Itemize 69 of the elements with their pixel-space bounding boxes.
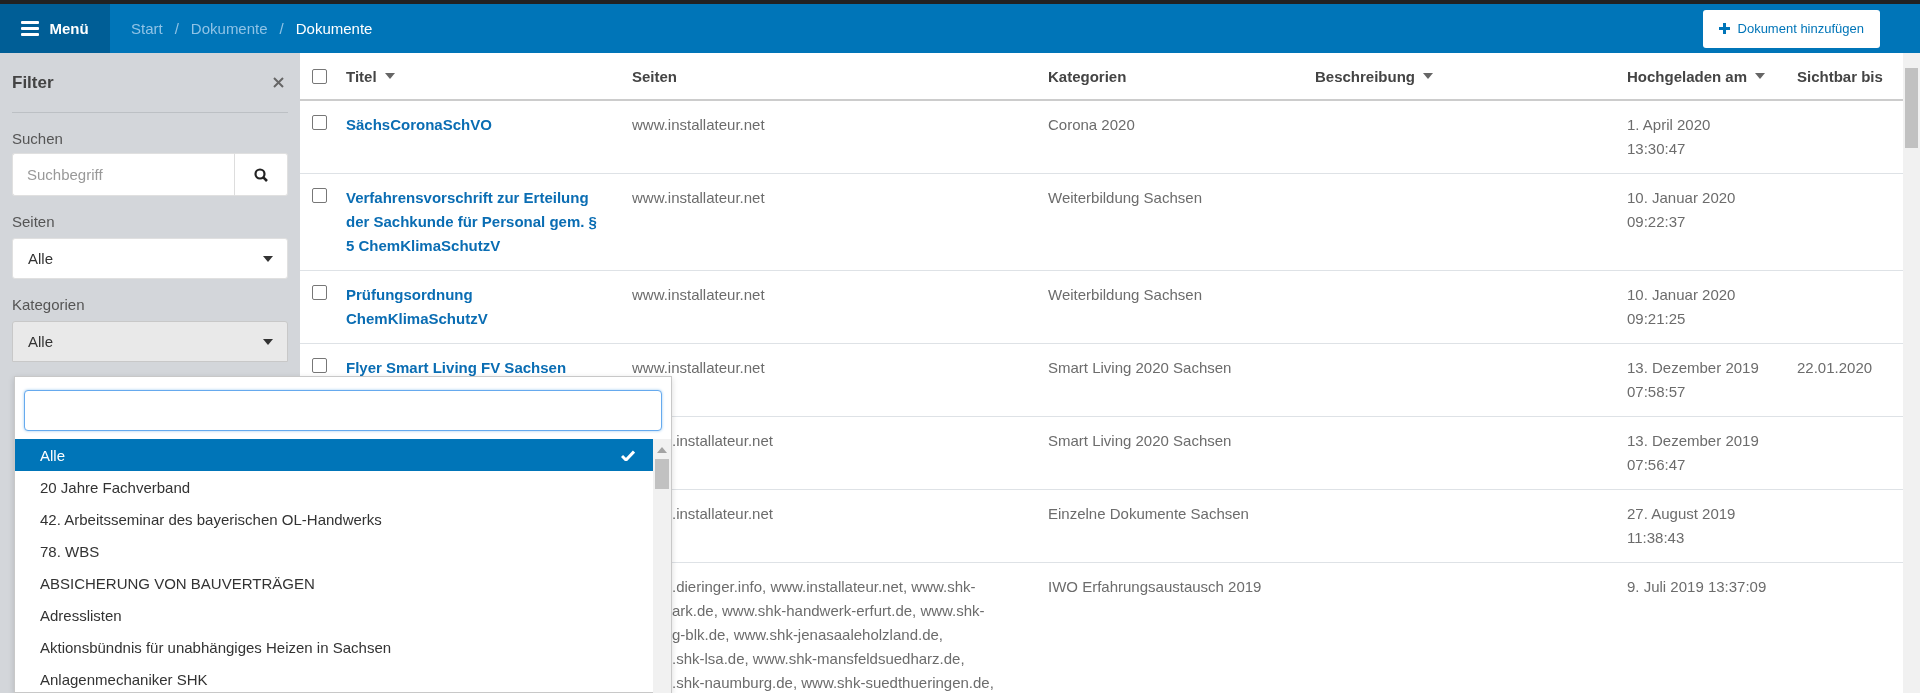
filter-title: Filter bbox=[12, 72, 54, 93]
sites-text: www.installateur.net bbox=[632, 358, 766, 378]
category-text: Weiterbildung Sachsen bbox=[1048, 188, 1203, 208]
check-icon bbox=[621, 449, 635, 461]
breadcrumb-separator: / bbox=[279, 20, 284, 37]
visible-until-date: 22.01.2020 bbox=[1797, 358, 1874, 378]
upload-date: 27. August 2019 11:38:43 bbox=[1627, 504, 1737, 548]
sites-text: www.installateur.net bbox=[632, 285, 766, 305]
caret-icon bbox=[263, 338, 273, 345]
search-icon bbox=[254, 167, 268, 182]
dropdown-option[interactable]: 78. WBS bbox=[15, 535, 653, 567]
menu-button[interactable]: Menü bbox=[0, 4, 110, 53]
column-header: Sichtbar bis bbox=[1797, 67, 1883, 85]
checkbox[interactable] bbox=[312, 115, 327, 130]
field-label: Suchen bbox=[12, 130, 64, 147]
caret-icon bbox=[1423, 73, 1434, 79]
column-header: Seiten bbox=[632, 67, 677, 85]
scrollbar[interactable] bbox=[1903, 53, 1920, 693]
upload-date: 10. Januar 2020 09:21:25 bbox=[1627, 285, 1737, 329]
dropdown-option[interactable]: 20 Jahre Fachverband bbox=[15, 471, 653, 503]
plus-icon bbox=[1718, 23, 1730, 34]
select-field[interactable]: Alle bbox=[12, 321, 288, 362]
upload-date: 13. Dezember 2019 07:56:47 bbox=[1627, 431, 1760, 475]
menu-icon bbox=[21, 21, 40, 36]
column-header: Kategorien bbox=[1048, 67, 1127, 85]
document-link[interactable]: Flyer Smart Living FV Sachsen bbox=[346, 356, 608, 380]
breadcrumb-separator: / bbox=[174, 20, 179, 37]
sites-text: www.installateur.net bbox=[632, 188, 766, 208]
checkbox[interactable] bbox=[312, 358, 327, 373]
scrollbar[interactable] bbox=[653, 439, 671, 693]
dropdown-option[interactable]: Anlagenmechaniker SHK bbox=[15, 663, 653, 693]
upload-date: 10. Januar 2020 09:22:37 bbox=[1627, 188, 1737, 232]
checkbox[interactable] bbox=[312, 188, 327, 203]
caret-icon bbox=[1755, 73, 1766, 79]
sites-text: www.installateur.net bbox=[632, 115, 766, 135]
upload-date: 13. Dezember 2019 07:58:57 bbox=[1627, 358, 1760, 402]
search-field[interactable] bbox=[24, 390, 662, 431]
column-header[interactable]: Beschreibung bbox=[1315, 67, 1434, 85]
caret-icon bbox=[263, 255, 273, 262]
select-field[interactable]: Alle bbox=[12, 238, 288, 279]
document-link[interactable]: SächsCoronaSchVO bbox=[346, 113, 608, 137]
field-label: Seiten bbox=[12, 213, 56, 230]
column-header[interactable]: Titel bbox=[346, 67, 395, 85]
dropdown-option[interactable]: Adresslisten bbox=[15, 599, 653, 631]
upload-date: 1. April 2020 13:30:47 bbox=[1627, 115, 1712, 159]
caret-icon bbox=[384, 73, 395, 79]
search-button[interactable] bbox=[234, 153, 288, 196]
upload-date: 9. Juli 2019 13:37:09 bbox=[1627, 577, 1768, 597]
checkbox[interactable] bbox=[312, 68, 327, 84]
column-header[interactable]: Hochgeladen am bbox=[1627, 67, 1766, 85]
dropdown-option[interactable]: ABSICHERUNG VON BAUVERTRÄGEN bbox=[15, 567, 653, 599]
category-text: Smart Living 2020 Sachsen bbox=[1048, 431, 1233, 451]
dropdown-option[interactable]: Alle bbox=[15, 439, 653, 471]
sites-text: .dieringer.info, www.installateur.net, www.shk- ark.de, www.shk-handwerk-erfurt.de, www.shk- g-blk.de, www.shk-jenasaaleholzland.de, .shk-lsa.de, www.shk-mansfeldsuedharz.de, .shk-naumburg.de, www.shk-suedthueringen.de, bbox=[672, 577, 995, 693]
field-label: Kategorien bbox=[12, 296, 86, 313]
add-document-button[interactable]: Dokument hinzufügen bbox=[1702, 9, 1880, 48]
category-text: Weiterbildung Sachsen bbox=[1048, 285, 1203, 305]
category-text: Smart Living 2020 Sachsen bbox=[1048, 358, 1233, 378]
checkbox[interactable] bbox=[312, 285, 327, 300]
category-text: Corona 2020 bbox=[1048, 115, 1136, 135]
sites-text: .installateur.net bbox=[672, 504, 774, 524]
document-link[interactable]: Prüfungsordnung ChemKlimaSchutzV bbox=[346, 283, 608, 331]
document-link[interactable]: Verfahrensvorschrift zur Erteilung der Sachkunde für Personal gem. § 5 ChemKlimaSchutzV bbox=[346, 186, 608, 258]
category-text: Einzelne Dokumente Sachsen bbox=[1048, 504, 1250, 524]
close-icon bbox=[273, 77, 284, 88]
category-text: IWO Erfahrungsaustausch 2019 bbox=[1048, 577, 1263, 597]
sites-text: .installateur.net bbox=[672, 431, 774, 451]
dropdown-option[interactable]: 42. Arbeitsseminar des bayerischen OL-Handwerks bbox=[15, 503, 653, 535]
dropdown-option[interactable]: Aktionsbündnis für unabhängiges Heizen in Sachsen bbox=[15, 631, 653, 663]
